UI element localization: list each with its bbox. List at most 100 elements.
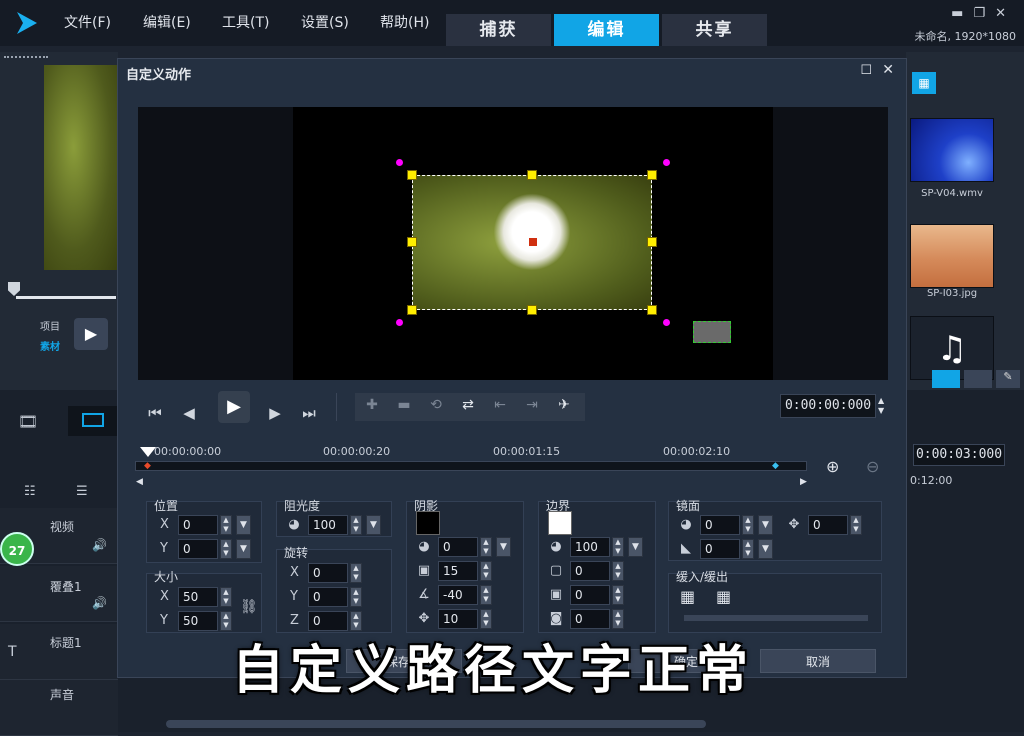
position-y-input[interactable]: 0 — [178, 539, 218, 559]
resize-handle[interactable] — [647, 170, 657, 180]
border-blur-input[interactable]: 0 — [570, 609, 610, 629]
rotation-x-input[interactable]: 0 — [308, 563, 348, 583]
player-play-button[interactable]: ▶ — [74, 318, 108, 350]
tab-edit[interactable]: 编辑 — [554, 14, 659, 46]
size-y-input[interactable]: 50 — [178, 611, 218, 631]
dialog-timecode[interactable]: 0:00:00:000 — [780, 394, 876, 418]
opacity-input[interactable]: 100 — [308, 515, 348, 535]
resize-handle[interactable] — [407, 305, 417, 315]
maximize-icon[interactable]: ☐ — [860, 63, 872, 78]
edit-icon[interactable]: ✎ — [996, 370, 1020, 388]
mirror-fade-dropdown[interactable]: ▼ — [758, 539, 773, 559]
link-ratio-icon[interactable]: ⛓ — [240, 599, 258, 615]
zoom-in-icon[interactable]: ⊕ — [826, 457, 839, 476]
add-keyframe-icon[interactable]: ✚ — [358, 397, 386, 413]
shadow-blur-input[interactable]: 15 — [438, 561, 478, 581]
player-scrubber[interactable] — [16, 296, 116, 299]
fade-in-icon[interactable]: ▦ — [680, 587, 695, 606]
swap-keyframe-icon[interactable]: ⇄ — [454, 397, 482, 413]
rotation-y-input[interactable]: 0 — [308, 587, 348, 607]
menu-help[interactable]: 帮助(H) — [380, 12, 429, 32]
center-anchor[interactable] — [529, 238, 537, 246]
timecode-spin[interactable]: ▲ ▼ — [878, 396, 884, 416]
size-y-spin[interactable]: ▲ ▼ — [220, 611, 232, 631]
shadow-angle-input[interactable]: -40 — [438, 585, 478, 605]
keyframe-track[interactable] — [135, 461, 807, 471]
border-blur-spin[interactable]: ▲ ▼ — [612, 609, 624, 629]
resize-handle[interactable] — [647, 237, 657, 247]
position-y-dropdown[interactable]: ▼ — [236, 539, 251, 559]
reverse-keyframe-icon[interactable]: ⟲ — [422, 397, 450, 413]
menu-file[interactable]: 文件(F) — [64, 12, 111, 32]
mirror-opacity-input[interactable]: 0 — [700, 515, 740, 535]
window-controls[interactable]: ▬❐✕ — [951, 6, 1016, 21]
resize-handle[interactable] — [407, 170, 417, 180]
shadow-opacity-input[interactable]: 0 — [438, 537, 478, 557]
mirror-opacity-dropdown[interactable]: ▼ — [758, 515, 773, 535]
menu-settings[interactable]: 设置(S) — [301, 12, 349, 32]
grid-view-icon[interactable]: ▦ — [912, 72, 936, 94]
minimize-icon[interactable]: ▬ — [951, 6, 973, 21]
opacity-spin[interactable]: ▲ ▼ — [350, 515, 362, 535]
restore-icon[interactable]: ❐ — [973, 6, 995, 21]
rotate-handle-tr[interactable] — [663, 159, 670, 166]
shadow-opacity-dropdown[interactable]: ▼ — [496, 537, 511, 557]
resize-handle[interactable] — [527, 305, 537, 315]
border-opacity-dropdown[interactable]: ▼ — [628, 537, 643, 557]
shadow-blur-spin[interactable]: ▲ ▼ — [480, 561, 492, 581]
rotate-handle-br[interactable] — [663, 319, 670, 326]
size-x-spin[interactable]: ▲ ▼ — [220, 587, 232, 607]
resize-handle[interactable] — [527, 170, 537, 180]
border-opacity-input[interactable]: 100 — [570, 537, 610, 557]
move-keyframe-left-icon[interactable]: ⇤ — [486, 397, 514, 413]
shadow-opacity-spin[interactable]: ▲ ▼ — [480, 537, 492, 557]
position-x-dropdown[interactable]: ▼ — [236, 515, 251, 535]
tab-share[interactable]: 共享 — [662, 14, 767, 46]
prev-frame-icon[interactable]: ◀ — [174, 399, 204, 427]
library-split-button[interactable] — [964, 370, 992, 388]
mirror-fade-input[interactable]: 0 — [700, 539, 740, 559]
shadow-angle-spin[interactable]: ▲ ▼ — [480, 585, 492, 605]
rotation-x-spin[interactable]: ▲ ▼ — [350, 563, 362, 583]
border-corner-input[interactable]: 0 — [570, 585, 610, 605]
mirror-opacity-spin[interactable]: ▲ ▼ — [742, 515, 754, 535]
rotation-y-spin[interactable]: ▲ ▼ — [350, 587, 362, 607]
mirror-offset-input[interactable]: 0 — [808, 515, 848, 535]
border-color-swatch[interactable] — [548, 511, 572, 535]
resize-handle[interactable] — [647, 305, 657, 315]
library-view-button[interactable] — [932, 370, 960, 388]
shadow-distance-spin[interactable]: ▲ ▼ — [480, 609, 492, 629]
scroll-left-icon[interactable]: ◀ — [136, 477, 143, 487]
track-manager-icon[interactable]: ☷ — [24, 484, 36, 499]
play-button[interactable]: ▶ — [218, 391, 250, 423]
cancel-button[interactable]: 取消 — [760, 649, 876, 673]
library-thumb-image[interactable] — [910, 224, 994, 288]
move-keyframe-right-icon[interactable]: ⇥ — [518, 397, 546, 413]
library-thumb-video[interactable] — [910, 118, 994, 182]
mirror-offset-spin[interactable]: ▲ ▼ — [850, 515, 862, 535]
close-icon[interactable]: ✕ — [995, 6, 1016, 21]
opacity-dropdown[interactable]: ▼ — [366, 515, 381, 535]
zoom-out-icon[interactable]: ⊖ — [866, 457, 879, 476]
go-end-icon[interactable]: ⏭ — [294, 399, 324, 427]
shadow-color-swatch[interactable] — [416, 511, 440, 535]
close-icon[interactable]: ✕ — [882, 62, 894, 78]
timeline-timecode[interactable]: 0:00:03:000 — [913, 444, 1005, 466]
scroll-right-icon[interactable]: ▶ — [800, 477, 807, 487]
shadow-preview-box[interactable] — [693, 321, 731, 343]
volume-icon[interactable]: 🔊 — [92, 538, 107, 552]
tab-capture[interactable]: 捕获 — [446, 14, 551, 46]
storyboard-view-icon[interactable]: 🎞 — [18, 412, 48, 432]
border-width-spin[interactable]: ▲ ▼ — [612, 561, 624, 581]
keyframe-end-marker[interactable]: ◆ — [772, 461, 779, 471]
panel-grip[interactable] — [4, 56, 48, 59]
menu-edit[interactable]: 编辑(E) — [143, 12, 191, 32]
rotate-handle-bl[interactable] — [396, 319, 403, 326]
paste-keyframe-icon[interactable]: ✈ — [550, 397, 578, 413]
border-opacity-spin[interactable]: ▲ ▼ — [612, 537, 624, 557]
project-mode-label[interactable]: 项目 — [40, 318, 60, 333]
resize-handle[interactable] — [407, 237, 417, 247]
rotate-handle-tl[interactable] — [396, 159, 403, 166]
position-y-spin[interactable]: ▲ ▼ — [220, 539, 232, 559]
add-track-icon[interactable]: ☰ — [76, 484, 88, 499]
